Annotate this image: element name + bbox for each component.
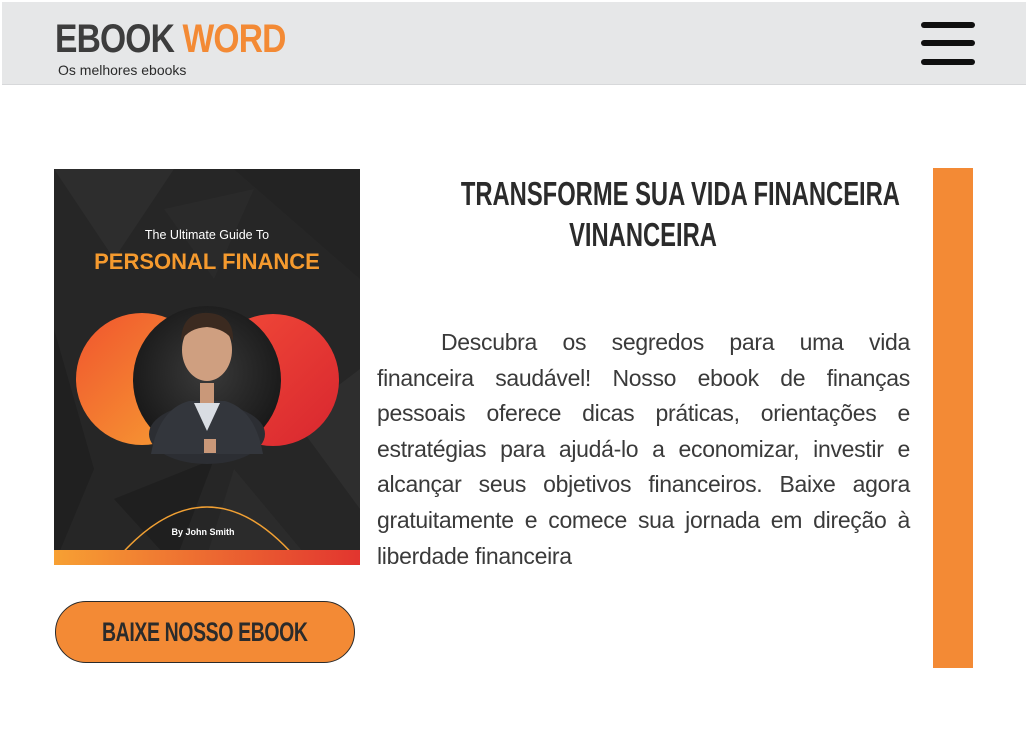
logo-word-ebook: EBOOK [55, 17, 175, 61]
menu-bar-middle [921, 40, 975, 46]
menu-bar-bottom [921, 59, 975, 65]
page-title: TRANSFORME SUA VIDA FINANCEIRA VINANCEIR… [390, 173, 900, 255]
hamburger-menu-icon[interactable] [920, 20, 976, 70]
cover-author: By John Smith [171, 527, 234, 537]
logo-word-word: WORD [182, 17, 287, 61]
cover-subtitle: The Ultimate Guide To [145, 228, 269, 242]
site-header: EBOOK WORD Os melhores ebooks [2, 2, 1026, 85]
ebook-cover-image: The Ultimate Guide To PERSONAL FINANCE B… [54, 169, 360, 565]
landing-page: EBOOK WORD Os melhores ebooks The Ultima… [0, 0, 1028, 732]
orange-side-bar [933, 168, 973, 668]
cover-title: PERSONAL FINANCE [94, 249, 320, 274]
download-ebook-button[interactable]: BAIXE NOSSO EBOOK [55, 601, 355, 663]
logo-title: EBOOK WORD [55, 18, 286, 60]
download-ebook-label: BAIXE NOSSO EBOOK [102, 616, 308, 647]
logo-tagline: Os melhores ebooks [58, 62, 187, 78]
page-title-line-2: VINANCEIRA [569, 216, 717, 253]
menu-bar-top [921, 22, 975, 28]
description-text: Descubra os segredos para uma vida finan… [377, 329, 910, 569]
page-title-line-1: TRANSFORME SUA VIDA FINANCEIRA [460, 175, 900, 212]
logo[interactable]: EBOOK WORD Os melhores ebooks [55, 18, 286, 80]
